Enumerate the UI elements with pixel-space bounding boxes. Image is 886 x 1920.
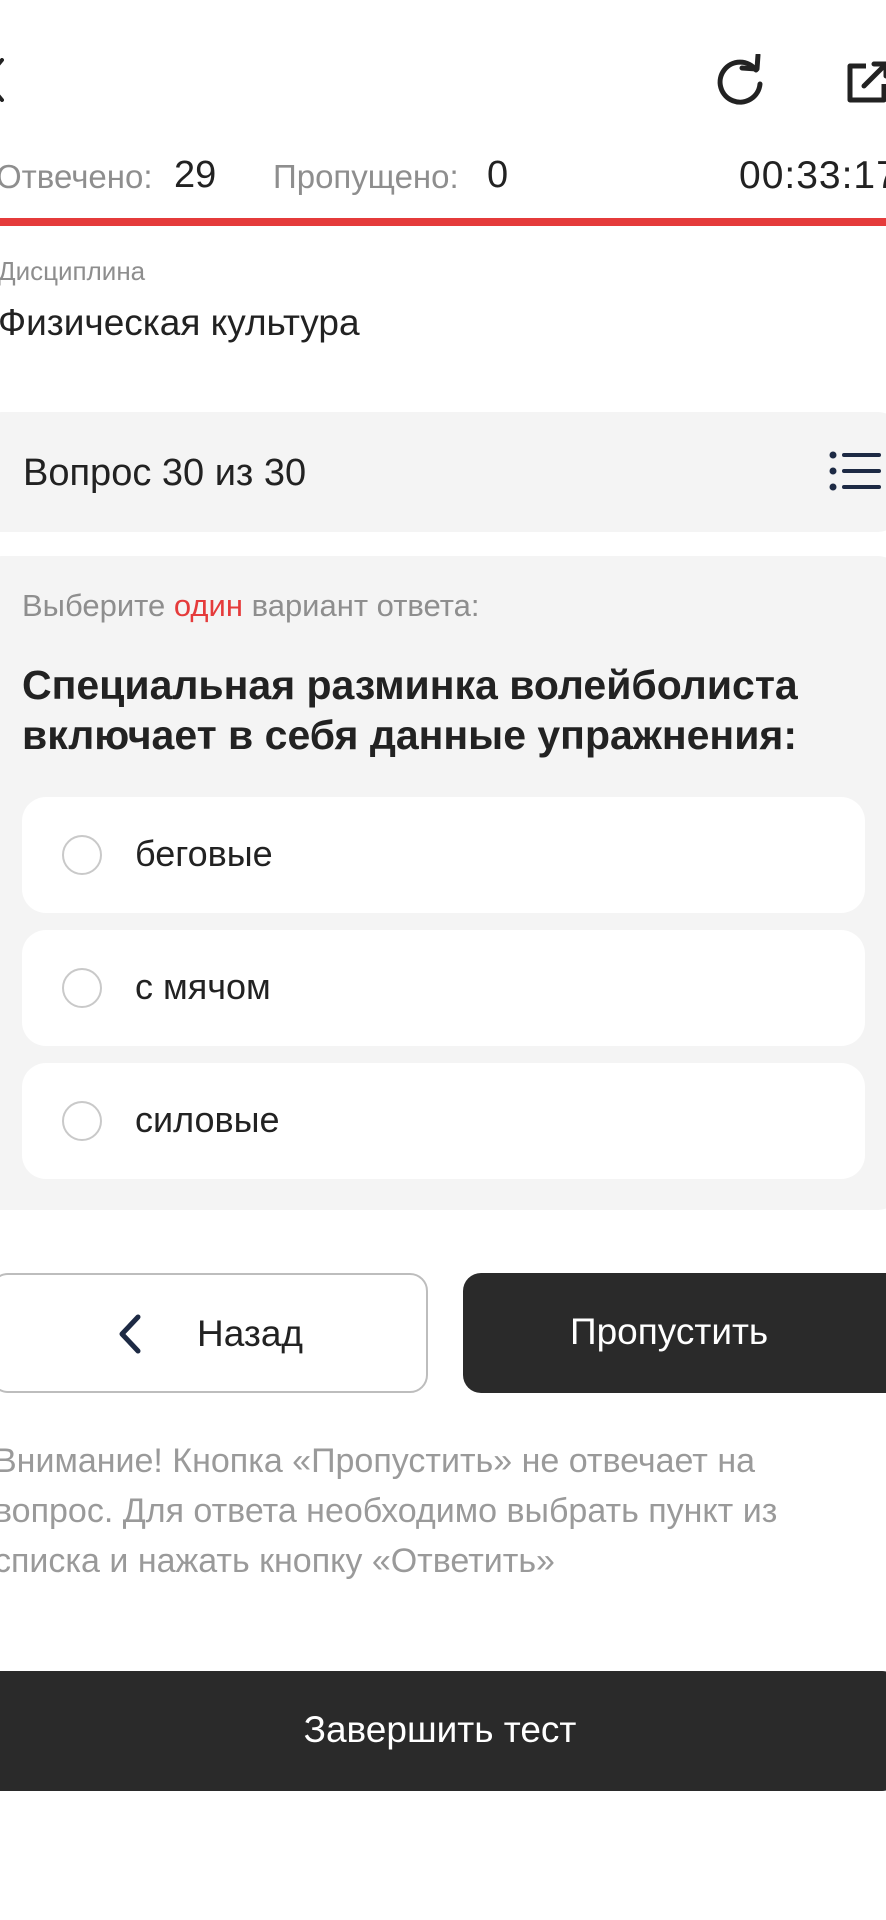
instruction-suffix: вариант ответа: (242, 588, 480, 623)
list-icon[interactable] (829, 450, 881, 492)
skip-button-label: Пропустить (570, 1311, 769, 1352)
answer-option[interactable]: силовые (22, 1063, 865, 1179)
refresh-icon[interactable] (712, 54, 768, 110)
back-button[interactable]: Назад (0, 1273, 428, 1393)
option-label: силовые (135, 1099, 280, 1140)
answered-label: Отвечено: (0, 158, 153, 195)
discipline-value: Физическая культура (0, 302, 360, 343)
question-text: Специальная разминка волейболиста включа… (22, 662, 798, 758)
back-button-label: Назад (197, 1313, 304, 1354)
discipline-label: Дисциплина (0, 256, 146, 286)
answer-option[interactable]: беговые (22, 797, 865, 913)
question-nav-card: Вопрос 30 из 30 (0, 412, 886, 532)
instruction-text: Выберите один вариант ответа: (22, 588, 479, 624)
skip-button[interactable]: Пропустить (463, 1273, 886, 1393)
skipped-label: Пропущено: (273, 158, 459, 195)
option-label: беговые (135, 833, 273, 874)
warning-text: Внимание! Кнопка «Пропустить» не отвечае… (0, 1442, 778, 1580)
answer-option[interactable]: с мячом (22, 930, 865, 1046)
chevron-left-icon[interactable] (0, 58, 4, 102)
radio-button[interactable] (62, 968, 102, 1008)
external-link-icon[interactable] (844, 58, 886, 106)
test-screen: Отвечено: 29 Пропущено: 0 00:33:17 Дисци… (0, 0, 886, 1920)
radio-button[interactable] (62, 1101, 102, 1141)
instruction-prefix: Выберите (22, 588, 174, 623)
timer: 00:33:17 (739, 154, 886, 197)
question-counter: Вопрос 30 из 30 (23, 452, 307, 494)
option-label: с мячом (135, 966, 271, 1007)
instruction-accent: один (173, 588, 243, 623)
top-bar (0, 0, 886, 160)
chevron-left-icon (119, 1314, 141, 1354)
radio-button[interactable] (62, 835, 102, 875)
skipped-count: 0 (487, 154, 509, 196)
progress-bar (0, 218, 886, 226)
finish-test-button[interactable]: Завершить тест (0, 1671, 886, 1791)
answered-count: 29 (174, 154, 217, 196)
finish-test-button-label: Завершить тест (303, 1709, 577, 1750)
